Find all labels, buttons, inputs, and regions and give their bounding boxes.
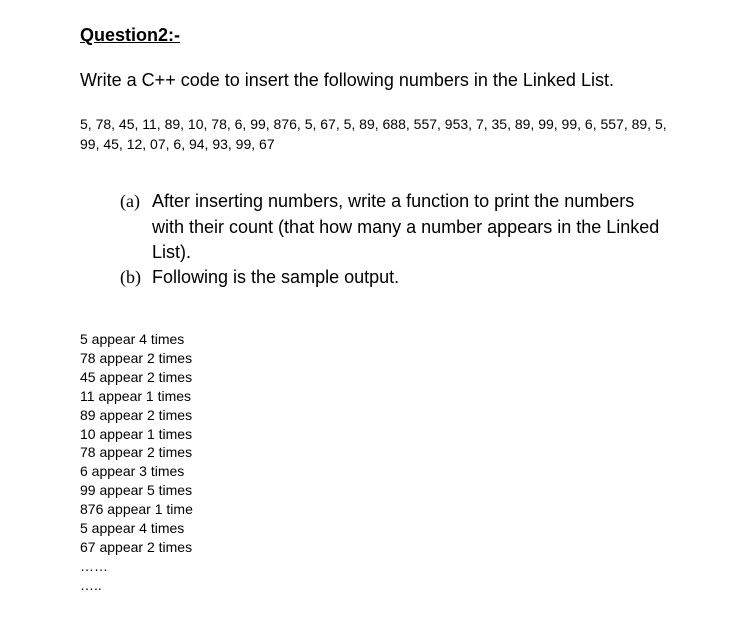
output-line: 10 appear 1 times xyxy=(80,425,670,444)
subparts-container: (a) After inserting numbers, write a fun… xyxy=(80,189,670,290)
output-line: 5 appear 4 times xyxy=(80,519,670,538)
output-line: …… xyxy=(80,557,670,576)
subpart-b-text: Following is the sample output. xyxy=(152,265,670,290)
subpart-a: (a) After inserting numbers, write a fun… xyxy=(120,189,670,265)
output-line: 78 appear 2 times xyxy=(80,443,670,462)
output-line: 78 appear 2 times xyxy=(80,349,670,368)
output-line: ….. xyxy=(80,576,670,595)
subpart-a-text: After inserting numbers, write a functio… xyxy=(152,189,670,265)
numbers-list: 5, 78, 45, 11, 89, 10, 78, 6, 99, 876, 5… xyxy=(80,115,670,154)
output-line: 89 appear 2 times xyxy=(80,406,670,425)
sample-output: 5 appear 4 times 78 appear 2 times 45 ap… xyxy=(80,330,670,594)
output-line: 67 appear 2 times xyxy=(80,538,670,557)
subpart-b: (b) Following is the sample output. xyxy=(120,265,670,290)
output-line: 6 appear 3 times xyxy=(80,462,670,481)
output-line: 5 appear 4 times xyxy=(80,330,670,349)
subpart-a-label: (a) xyxy=(120,189,152,265)
question-title: Question2:- xyxy=(80,25,670,46)
subpart-b-label: (b) xyxy=(120,265,152,290)
output-line: 45 appear 2 times xyxy=(80,368,670,387)
output-line: 11 appear 1 times xyxy=(80,387,670,406)
output-line: 876 appear 1 time xyxy=(80,500,670,519)
intro-text: Write a C++ code to insert the following… xyxy=(80,68,670,93)
output-line: 99 appear 5 times xyxy=(80,481,670,500)
